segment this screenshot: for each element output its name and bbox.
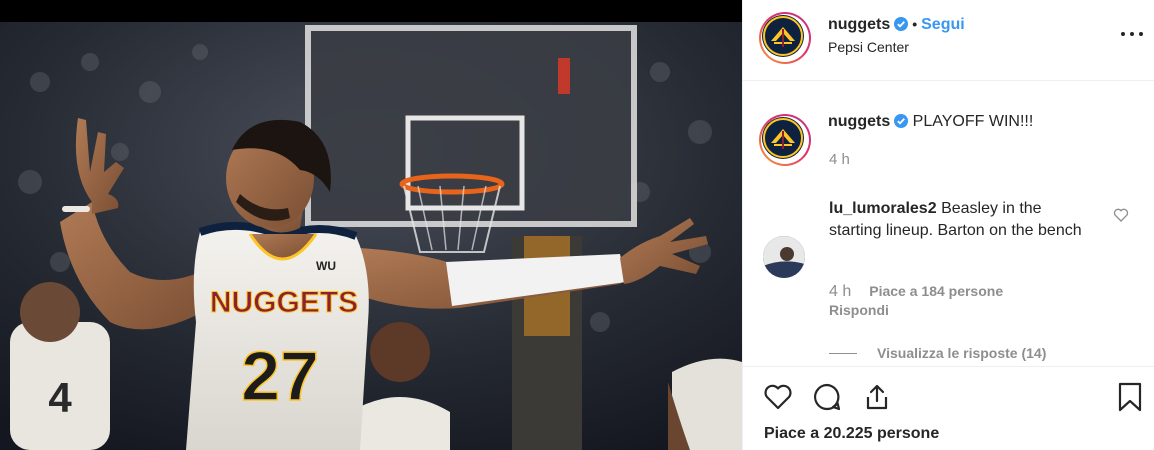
comment-meta: 4 h Piace a 184 persone xyxy=(829,283,1003,301)
comment-heart-icon[interactable] xyxy=(1113,207,1129,223)
post-likes-count[interactable]: Piace a 20.225 persone xyxy=(764,425,939,443)
share-icon[interactable] xyxy=(861,381,893,413)
post-panel: nuggets • Segui Pepsi Center nuggets PLAYO… xyxy=(742,0,1154,450)
sponsor-text: WU xyxy=(316,259,336,273)
heart-icon[interactable] xyxy=(762,381,794,413)
comment-timestamp[interactable]: 4 h xyxy=(829,283,851,300)
replies-divider xyxy=(829,353,857,354)
post-location[interactable]: Pepsi Center xyxy=(828,39,909,55)
view-replies-button[interactable]: Visualizza le risposte (14) xyxy=(877,345,1046,361)
post-header: nuggets • Segui Pepsi Center xyxy=(743,0,1154,81)
nuggets-logo-icon xyxy=(762,15,804,57)
post-photo[interactable]: 4 NUGGETS 27 WU xyxy=(0,22,742,450)
jersey-number-text: 27 xyxy=(241,337,319,415)
reply-button[interactable]: Rispondi xyxy=(829,302,889,318)
media-top-band xyxy=(0,0,742,22)
author-avatar[interactable] xyxy=(759,12,811,64)
verified-icon xyxy=(894,114,909,128)
follow-button[interactable]: Segui xyxy=(921,16,965,33)
author-username[interactable]: nuggets xyxy=(828,16,890,33)
svg-text:4: 4 xyxy=(48,374,72,421)
comment-likes[interactable]: Piace a 184 persone xyxy=(869,283,1003,299)
more-options-icon[interactable] xyxy=(1121,32,1143,38)
caption-timestamp[interactable]: 4 h xyxy=(829,151,850,168)
nuggets-logo-icon xyxy=(762,117,804,159)
separator-dot: • xyxy=(912,16,918,32)
verified-icon xyxy=(894,17,909,31)
caption-text: PLAYOFF WIN!!! xyxy=(912,113,1034,130)
commenter-username[interactable]: lu_lumorales2 xyxy=(829,200,937,217)
actions-divider xyxy=(743,366,1154,367)
comment-body: lu_lumorales2 Beasley in the starting li… xyxy=(829,198,1097,242)
bookmark-icon[interactable] xyxy=(1114,381,1146,413)
jersey-team-text: NUGGETS xyxy=(210,286,358,319)
caption-username[interactable]: nuggets xyxy=(828,113,890,130)
post-media[interactable]: 4 NUGGETS 27 WU xyxy=(0,0,742,450)
commenter-avatar[interactable] xyxy=(763,236,805,278)
comment-icon[interactable] xyxy=(811,381,843,413)
caption-avatar[interactable] xyxy=(759,114,811,166)
